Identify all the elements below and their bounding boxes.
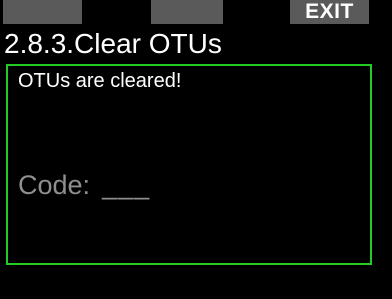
code-entry[interactable]: Code: ___ [18,169,150,201]
left-softkey[interactable] [3,0,82,24]
code-label: Code: [18,170,91,200]
page-title: 2.8.3.Clear OTUs [4,28,222,59]
status-message: OTUs are cleared! [18,70,182,92]
middle-softkey[interactable] [151,0,223,24]
exit-button[interactable]: EXIT [290,0,369,24]
code-value[interactable]: ___ [102,170,150,200]
message-panel: OTUs are cleared! Code: ___ [6,64,372,265]
